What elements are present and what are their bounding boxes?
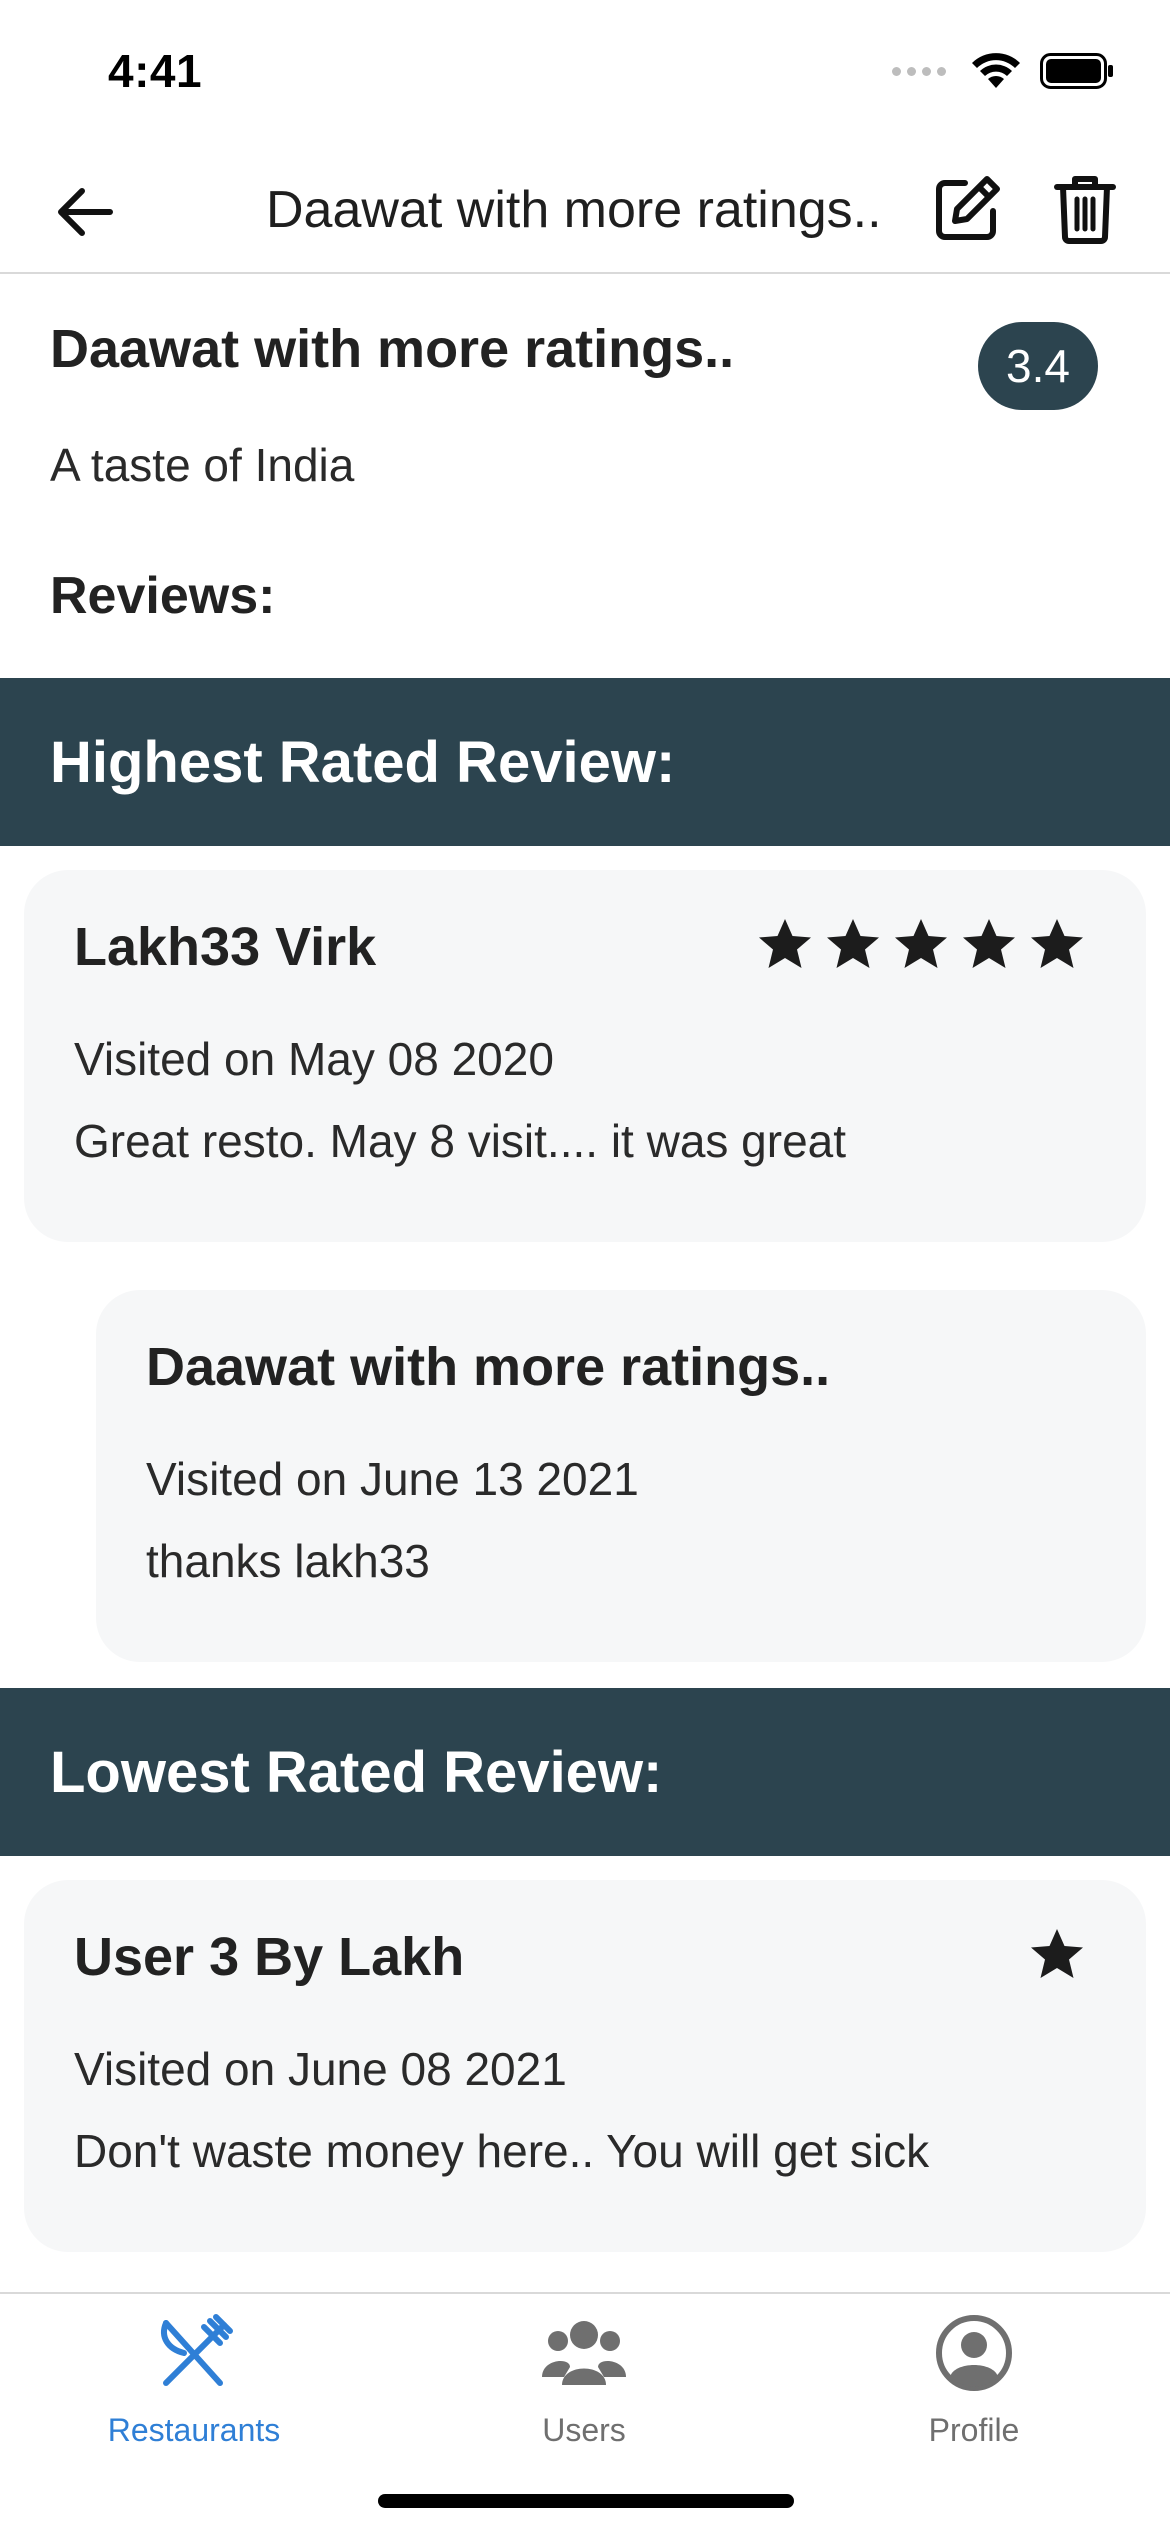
highest-review-card[interactable]: Lakh33 Virk Visited on May 08 2020 Great… <box>24 870 1146 1242</box>
star-icon <box>759 919 811 968</box>
delete-button[interactable] <box>1046 170 1124 248</box>
restaurant-name: Daawat with more ratings.. <box>50 319 735 379</box>
review-author: User 3 By Lakh <box>74 1927 465 1987</box>
user-circle-icon <box>929 2308 1019 2398</box>
tab-label: Profile <box>928 2412 1020 2448</box>
reply-text: thanks lakh33 <box>146 1535 430 1587</box>
wifi-icon <box>972 53 1020 88</box>
star-icon <box>827 919 879 968</box>
status-icons <box>892 52 1114 90</box>
utensils-icon <box>149 2308 239 2398</box>
star-icon <box>895 919 947 968</box>
reply-author: Daawat with more ratings.. <box>146 1337 831 1397</box>
battery-icon <box>1040 53 1113 89</box>
highest-rated-header: Highest Rated Review: <box>0 678 1170 846</box>
review-visit-date: Visited on May 08 2020 <box>74 1033 554 1085</box>
rating-badge: 3.4 <box>978 322 1098 410</box>
star-icon <box>1031 1929 1083 1978</box>
review-author: Lakh33 Virk <box>74 917 377 977</box>
edit-icon <box>936 176 1000 240</box>
trash-icon <box>1054 176 1116 244</box>
status-bar: 4:41 <box>0 0 1170 150</box>
lowest-rated-header: Lowest Rated Review: <box>0 1688 1170 1856</box>
arrow-left-icon <box>58 188 113 236</box>
review-visit-date: Visited on June 08 2021 <box>74 2043 567 2095</box>
nav-header: Daawat with more ratings.. <box>0 150 1170 274</box>
reply-visit-date: Visited on June 13 2021 <box>146 1453 639 1505</box>
star-icon <box>963 919 1015 968</box>
users-icon <box>539 2308 629 2398</box>
edit-button[interactable] <box>928 170 1006 248</box>
tab-label: Restaurants <box>107 2412 281 2448</box>
review-text: Don't waste money here.. You will get si… <box>74 2125 930 2177</box>
star-rating <box>1028 1926 1086 1984</box>
star-icon <box>1031 919 1083 968</box>
owner-reply-card: Daawat with more ratings.. Visited on Ju… <box>96 1290 1146 1662</box>
tab-bar: Restaurants Users Profile <box>0 2292 1170 2532</box>
tab-profile[interactable]: Profile <box>824 2308 1124 2449</box>
star-rating <box>756 916 1086 974</box>
cellular-signal-icon <box>892 66 946 76</box>
review-text: Great resto. May 8 visit.... it was grea… <box>74 1115 847 1167</box>
tab-restaurants[interactable]: Restaurants <box>44 2308 344 2449</box>
back-button[interactable] <box>48 176 120 248</box>
status-time: 4:41 <box>108 45 203 97</box>
home-indicator[interactable] <box>378 2494 794 2508</box>
reviews-heading: Reviews: <box>50 567 276 625</box>
restaurant-description: A taste of India <box>50 439 355 491</box>
nav-title: Daawat with more ratings.. <box>266 181 882 239</box>
tab-users[interactable]: Users <box>434 2308 734 2449</box>
tab-label: Users <box>542 2412 626 2448</box>
lowest-review-card[interactable]: User 3 By Lakh Visited on June 08 2021 D… <box>24 1880 1146 2252</box>
